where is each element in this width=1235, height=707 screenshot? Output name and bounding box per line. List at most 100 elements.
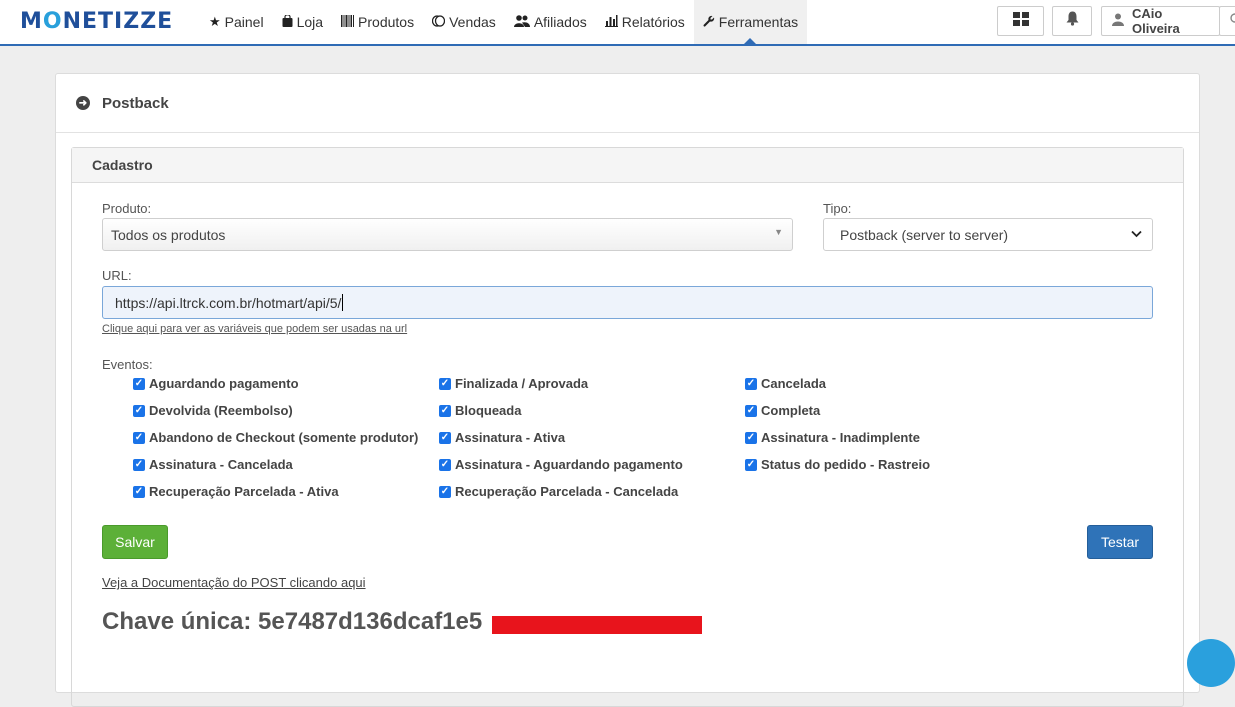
nav-label: Afiliados [534, 14, 587, 30]
checkbox-checked-icon: ✓ [133, 405, 145, 417]
page-title: Postback [102, 95, 169, 112]
search-button[interactable] [1219, 6, 1235, 36]
dropdown-triangle-icon: ▼ [774, 227, 783, 237]
nav-item-vendas[interactable]: Vendas [423, 0, 505, 44]
event-checkbox-status-rastreio[interactable]: ✓ Status do pedido - Rastreio [745, 457, 930, 472]
event-checkbox-assinatura-aguardando[interactable]: ✓ Assinatura - Aguardando pagamento [439, 457, 683, 472]
star-icon: ★ [209, 14, 221, 30]
checkbox-checked-icon: ✓ [745, 459, 757, 471]
event-checkbox-assinatura-inadimplente[interactable]: ✓ Assinatura - Inadimplente [745, 430, 920, 445]
checkbox-checked-icon: ✓ [745, 432, 757, 444]
barcode-icon [341, 15, 354, 30]
event-checkbox-assinatura-ativa[interactable]: ✓ Assinatura - Ativa [439, 430, 565, 445]
produto-selected-value: Todos os produtos [111, 227, 225, 243]
nav-label: Relatórios [622, 14, 685, 30]
nav-item-relatorios[interactable]: Relatórios [596, 0, 694, 44]
event-label: Cancelada [761, 376, 826, 391]
event-checkbox-devolvida[interactable]: ✓ Devolvida (Reembolso) [133, 403, 293, 418]
tipo-select[interactable]: Postback (server to server) [823, 218, 1153, 251]
users-icon [514, 15, 530, 30]
url-variables-link[interactable]: Clique aqui para ver as variáveis que po… [102, 323, 407, 335]
coins-icon [432, 15, 445, 30]
search-icon [1227, 12, 1235, 30]
nav-label: Painel [225, 14, 264, 30]
bell-icon [1066, 11, 1079, 31]
nav-item-afiliados[interactable]: Afiliados [505, 0, 596, 44]
test-button[interactable]: Testar [1087, 525, 1153, 559]
checkbox-checked-icon: ✓ [439, 486, 451, 498]
user-name: CAio Oliveira [1132, 6, 1209, 36]
event-label: Assinatura - Ativa [455, 430, 565, 445]
nav-label: Loja [297, 14, 323, 30]
event-label: Assinatura - Cancelada [149, 457, 293, 472]
nav-label: Vendas [449, 14, 496, 30]
checkbox-checked-icon: ✓ [133, 432, 145, 444]
wrench-icon [703, 15, 715, 30]
event-label: Completa [761, 403, 820, 418]
text-cursor [342, 294, 343, 311]
event-label: Aguardando pagamento [149, 376, 299, 391]
save-button[interactable]: Salvar [102, 525, 168, 559]
event-label: Assinatura - Inadimplente [761, 430, 920, 445]
event-checkbox-assinatura-cancelada[interactable]: ✓ Assinatura - Cancelada [133, 457, 293, 472]
panel-header: ➜ Postback [56, 74, 1199, 133]
event-checkbox-bloqueada[interactable]: ✓ Bloqueada [439, 403, 521, 418]
chat-help-button[interactable] [1187, 639, 1235, 687]
bar-chart-icon [605, 15, 618, 30]
tipo-label: Tipo: [823, 201, 851, 216]
event-checkbox-cancelada[interactable]: ✓ Cancelada [745, 376, 826, 391]
tipo-selected-value: Postback (server to server) [840, 227, 1008, 243]
checkbox-checked-icon: ✓ [133, 378, 145, 390]
monetizze-logo[interactable]: MONETIZZE [20, 9, 173, 34]
cadastro-section: Cadastro Produto: Todos os produtos ▼ Ti… [71, 147, 1184, 707]
user-icon [1112, 13, 1124, 29]
section-title: Cadastro [72, 148, 1183, 183]
event-label: Assinatura - Aguardando pagamento [455, 457, 683, 472]
checkbox-checked-icon: ✓ [439, 405, 451, 417]
notifications-button[interactable] [1052, 6, 1092, 36]
nav-label: Produtos [358, 14, 414, 30]
produto-label: Produto: [102, 201, 151, 216]
event-checkbox-completa[interactable]: ✓ Completa [745, 403, 820, 418]
checkbox-checked-icon: ✓ [439, 432, 451, 444]
checkbox-checked-icon: ✓ [439, 378, 451, 390]
circle-arrow-right-icon: ➜ [76, 96, 90, 110]
event-checkbox-aguardando-pagamento[interactable]: ✓ Aguardando pagamento [133, 376, 299, 391]
url-value: https://api.ltrck.com.br/hotmart/api/5/ [115, 295, 341, 311]
nav-item-ferramentas[interactable]: Ferramentas [694, 0, 807, 44]
url-label: URL: [102, 268, 132, 283]
checkbox-checked-icon: ✓ [745, 405, 757, 417]
event-label: Recuperação Parcelada - Cancelada [455, 484, 678, 499]
event-label: Recuperação Parcelada - Ativa [149, 484, 339, 499]
nav-item-loja[interactable]: Loja [273, 0, 332, 44]
checkbox-checked-icon: ✓ [133, 459, 145, 471]
checkbox-checked-icon: ✓ [745, 378, 757, 390]
checkbox-checked-icon: ✓ [133, 486, 145, 498]
nav-label: Ferramentas [719, 14, 798, 30]
event-checkbox-abandono-checkout[interactable]: ✓ Abandono de Checkout (somente produtor… [133, 430, 418, 445]
event-checkbox-finalizada-aprovada[interactable]: ✓ Finalizada / Aprovada [439, 376, 588, 391]
top-navbar: MONETIZZE ★ Painel Loja Produtos Vendas [0, 0, 1235, 46]
main-nav: ★ Painel Loja Produtos Vendas Afiliado [200, 0, 807, 44]
nav-item-painel[interactable]: ★ Painel [200, 0, 273, 44]
user-menu-button[interactable]: CAio Oliveira [1101, 6, 1220, 36]
event-label: Devolvida (Reembolso) [149, 403, 293, 418]
redaction-mark [492, 616, 702, 634]
chevron-down-icon [1131, 227, 1142, 241]
event-checkbox-recuperacao-ativa[interactable]: ✓ Recuperação Parcelada - Ativa [133, 484, 339, 499]
event-label: Finalizada / Aprovada [455, 376, 588, 391]
produto-select[interactable]: Todos os produtos ▼ [102, 218, 793, 251]
checkbox-checked-icon: ✓ [439, 459, 451, 471]
event-label: Abandono de Checkout (somente produtor) [149, 430, 418, 445]
event-label: Bloqueada [455, 403, 521, 418]
shopping-bag-icon [282, 15, 293, 30]
event-checkbox-recuperacao-cancelada[interactable]: ✓ Recuperação Parcelada - Cancelada [439, 484, 678, 499]
nav-item-produtos[interactable]: Produtos [332, 0, 423, 44]
postback-panel: ➜ Postback Cadastro Produto: Todos os pr… [55, 73, 1200, 693]
documentation-link[interactable]: Veja a Documentação do POST clicando aqu… [102, 575, 366, 590]
grid-icon [1013, 12, 1029, 31]
apps-grid-button[interactable] [997, 6, 1044, 36]
unique-key: Chave única: 5e7487d136dcaf1e5 [102, 608, 482, 636]
active-caret [742, 38, 758, 46]
url-input[interactable]: https://api.ltrck.com.br/hotmart/api/5/ [102, 286, 1153, 319]
